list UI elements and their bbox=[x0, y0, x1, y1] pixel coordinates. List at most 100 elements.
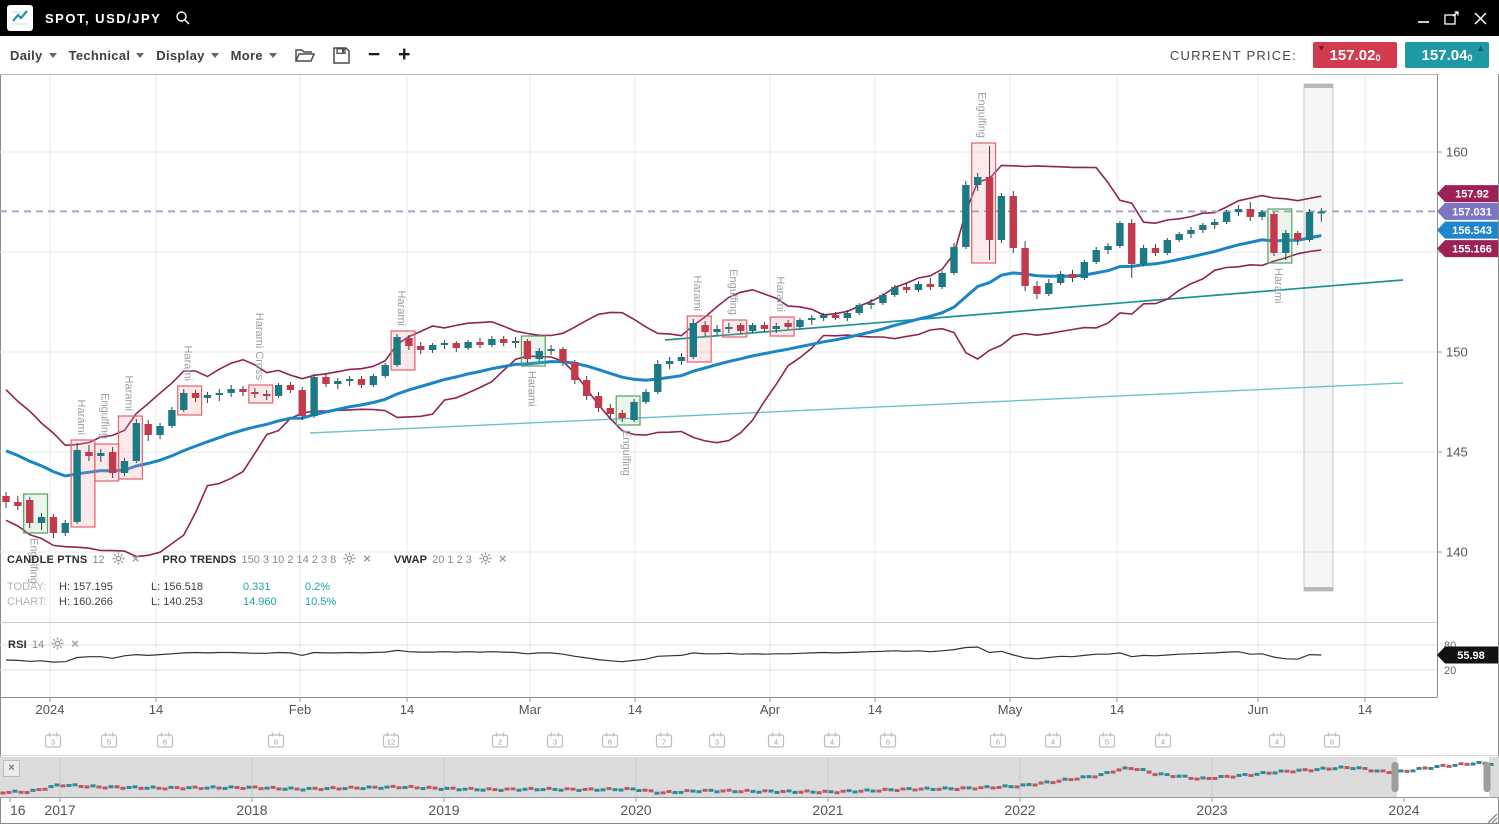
open-folder-icon[interactable] bbox=[295, 47, 315, 63]
calendar-event-icon[interactable]: 3 bbox=[710, 733, 725, 748]
menu-more-label: More bbox=[231, 48, 263, 63]
candles-layer[interactable] bbox=[2, 146, 1325, 538]
overview-close-button[interactable]: × bbox=[3, 760, 20, 777]
rsi-pane: 802055.98 bbox=[0, 640, 1498, 677]
svg-text:2: 2 bbox=[498, 738, 502, 747]
overview-strip[interactable]: 1620172018201920202021202220232024 bbox=[0, 756, 1499, 819]
selection-handle[interactable] bbox=[1392, 762, 1399, 792]
svg-text:14: 14 bbox=[400, 702, 414, 717]
menu-more[interactable]: More bbox=[231, 48, 277, 63]
svg-text:6: 6 bbox=[274, 738, 278, 747]
minimize-icon[interactable] bbox=[1417, 8, 1430, 28]
svg-text:3: 3 bbox=[553, 738, 557, 747]
calendar-event-icon[interactable]: 4 bbox=[1046, 733, 1061, 748]
trendlines[interactable] bbox=[310, 280, 1403, 433]
toolbar: Daily Technical Display More − + CURRENT… bbox=[0, 36, 1499, 74]
calendar-event-icon[interactable]: 5 bbox=[1100, 733, 1115, 748]
svg-text:156.543: 156.543 bbox=[1452, 225, 1492, 237]
pattern-label: Harami bbox=[182, 346, 194, 381]
svg-text:May: May bbox=[998, 702, 1023, 717]
close-icon[interactable]: × bbox=[499, 551, 507, 566]
calendar-event-icon[interactable]: 6 bbox=[1325, 733, 1340, 748]
calendar-event-icon[interactable]: 12 bbox=[384, 733, 399, 748]
stats-chart-row: CHART:H: 160.266L: 140.25314.96010.5% bbox=[7, 595, 367, 610]
calendar-event-icon[interactable]: 6 bbox=[881, 733, 896, 748]
svg-text:12: 12 bbox=[387, 738, 395, 747]
indicator-pro-trends: PRO TRENDS150 3 10 2 14 2 3 8× bbox=[162, 554, 374, 566]
sell-price: 157.02 bbox=[1330, 47, 1376, 64]
svg-text:140: 140 bbox=[1446, 545, 1468, 560]
calendar-event-icon[interactable]: 4 bbox=[825, 733, 840, 748]
svg-text:Jun: Jun bbox=[1248, 702, 1269, 717]
pattern-label: Engulfing bbox=[976, 92, 988, 138]
svg-text:6: 6 bbox=[1330, 738, 1334, 747]
calendar-event-icon[interactable]: 4 bbox=[1270, 733, 1285, 748]
menu-timeframe[interactable]: Daily bbox=[10, 48, 57, 63]
chart-low: L: 140.253 bbox=[151, 595, 243, 610]
selection-handle[interactable] bbox=[1484, 762, 1491, 792]
buy-price-button[interactable]: ▲ 157.040 bbox=[1405, 42, 1489, 68]
gear-icon[interactable] bbox=[479, 552, 492, 568]
chevron-down-icon bbox=[211, 53, 219, 58]
chart-area: EngulfingHaramiEngulfingHaramiHaramiHara… bbox=[0, 74, 1499, 824]
svg-text:2023: 2023 bbox=[1196, 802, 1227, 818]
chart-pct: 10.5% bbox=[305, 595, 367, 610]
chart-canvas[interactable]: EngulfingHaramiEngulfingHaramiHaramiHara… bbox=[0, 74, 1499, 824]
indicator-name: PRO TRENDS bbox=[162, 554, 236, 566]
svg-text:Feb: Feb bbox=[289, 702, 311, 717]
calendar-event-icon[interactable]: 6 bbox=[603, 733, 618, 748]
svg-text:3: 3 bbox=[51, 738, 55, 747]
save-icon[interactable] bbox=[333, 47, 350, 64]
today-label: TODAY: bbox=[7, 580, 59, 595]
calendar-event-icon[interactable]: 7 bbox=[657, 733, 672, 748]
sell-price-button[interactable]: ▼ 157.020 bbox=[1313, 42, 1397, 68]
svg-text:14: 14 bbox=[149, 702, 163, 717]
svg-text:6: 6 bbox=[608, 738, 612, 747]
svg-text:160: 160 bbox=[1446, 145, 1468, 160]
menu-display[interactable]: Display bbox=[156, 48, 218, 63]
arrow-down-icon: ▼ bbox=[1317, 44, 1326, 53]
gear-icon[interactable] bbox=[112, 552, 125, 568]
svg-text:4: 4 bbox=[1051, 738, 1055, 747]
calendar-event-icon[interactable]: 6 bbox=[158, 733, 173, 748]
calendar-event-icon[interactable]: 3 bbox=[46, 733, 61, 748]
svg-text:7: 7 bbox=[662, 738, 666, 747]
gear-icon[interactable] bbox=[343, 552, 356, 568]
svg-text:2024: 2024 bbox=[36, 702, 65, 717]
svg-text:14: 14 bbox=[1110, 702, 1124, 717]
menu-technical[interactable]: Technical bbox=[69, 48, 145, 63]
popout-icon[interactable] bbox=[1444, 8, 1460, 28]
calendar-event-icon[interactable]: 2 bbox=[493, 733, 508, 748]
svg-text:145: 145 bbox=[1446, 445, 1468, 460]
gear-icon[interactable] bbox=[51, 637, 64, 653]
calendar-event-icon[interactable]: 5 bbox=[102, 733, 117, 748]
svg-text:2020: 2020 bbox=[620, 802, 651, 818]
indicator-params: 12 bbox=[92, 554, 104, 566]
search-icon[interactable] bbox=[175, 10, 191, 26]
highlight-box[interactable] bbox=[1304, 84, 1333, 591]
svg-text:20: 20 bbox=[1444, 665, 1456, 677]
close-icon[interactable]: × bbox=[363, 551, 371, 566]
svg-text:2021: 2021 bbox=[812, 802, 843, 818]
pattern-label: Engulfing bbox=[727, 269, 739, 315]
resize-grip[interactable] bbox=[1488, 814, 1497, 823]
close-window-icon[interactable] bbox=[1474, 8, 1487, 28]
zoom-out-button[interactable]: − bbox=[368, 45, 380, 65]
calendar-event-icon[interactable]: 4 bbox=[1156, 733, 1171, 748]
close-icon[interactable]: × bbox=[71, 636, 79, 651]
svg-text:157.031: 157.031 bbox=[1452, 206, 1492, 218]
calendar-event-icon[interactable]: 4 bbox=[769, 733, 784, 748]
svg-text:6: 6 bbox=[996, 738, 1000, 747]
zoom-in-button[interactable]: + bbox=[398, 45, 410, 65]
calendar-event-icon[interactable]: 6 bbox=[269, 733, 284, 748]
indicator-name: CANDLE PTNS bbox=[7, 554, 87, 566]
svg-text:55.98: 55.98 bbox=[1457, 650, 1485, 662]
pattern-label: Harami bbox=[122, 376, 134, 411]
today-change: 0.331 bbox=[243, 580, 305, 595]
close-icon[interactable]: × bbox=[132, 551, 140, 566]
calendar-event-icon[interactable]: 3 bbox=[548, 733, 563, 748]
today-high: H: 157.195 bbox=[59, 580, 151, 595]
calendar-event-icon[interactable]: 6 bbox=[991, 733, 1006, 748]
rsi-row: RSI14× bbox=[8, 636, 79, 653]
svg-text:14: 14 bbox=[1358, 702, 1372, 717]
